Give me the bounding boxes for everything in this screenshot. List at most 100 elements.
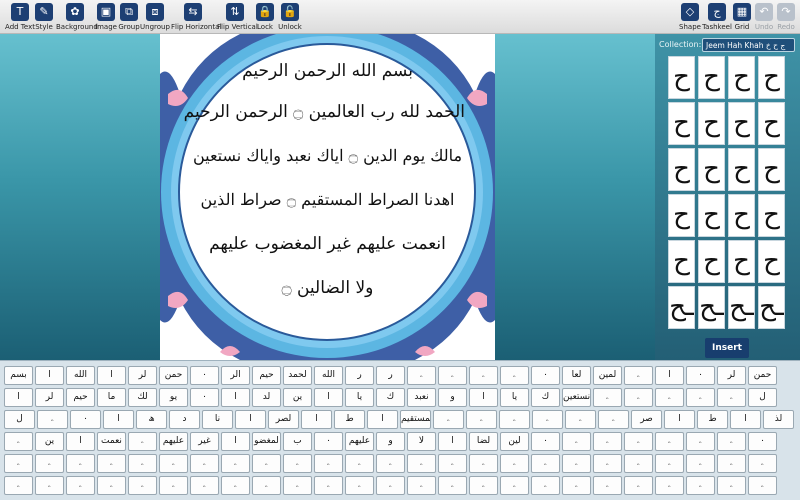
keyboard-key[interactable]: ھ [136, 410, 167, 429]
keyboard-key[interactable]: حمن [748, 366, 777, 385]
glyph-tile[interactable]: ح [758, 240, 785, 283]
keyboard-key[interactable]: الله [66, 366, 95, 385]
keyboard-key[interactable]: الله [314, 366, 343, 385]
keyboard-key[interactable]: بسم [4, 366, 33, 385]
keyboard-key[interactable]: لصر [268, 410, 299, 429]
keyboard-key[interactable]: ۦ [190, 454, 219, 473]
keyboard-key[interactable]: ۦ [655, 432, 684, 451]
keyboard-key[interactable]: ۦ [593, 432, 622, 451]
keyboard-key[interactable]: ۰ [190, 366, 219, 385]
keyboard-key[interactable]: ۰ [748, 432, 777, 451]
keyboard-key[interactable]: ۰ [531, 432, 560, 451]
keyboard-key[interactable]: ۦ [66, 476, 95, 495]
keyboard-key[interactable]: لر [717, 366, 746, 385]
keyboard-key[interactable]: ۦ [655, 454, 684, 473]
glyph-tile[interactable]: ح [668, 194, 695, 237]
glyph-tile[interactable]: ح [758, 56, 785, 99]
keyboard-key[interactable]: لمين [593, 366, 622, 385]
keyboard-key[interactable]: لا [407, 432, 436, 451]
keyboard-key[interactable]: لك [128, 388, 157, 407]
keyboard-key[interactable]: ۰ [314, 432, 343, 451]
keyboard-key[interactable]: و [438, 388, 467, 407]
keyboard-key[interactable]: و [376, 432, 405, 451]
keyboard-key[interactable]: ۰ [686, 366, 715, 385]
glyph-tile[interactable]: ح [698, 148, 725, 191]
glyph-tile[interactable]: ح [698, 56, 725, 99]
ungroup-button[interactable]: ⧈ Ungroup [140, 3, 170, 31]
glyph-tile[interactable]: ـح [758, 286, 785, 329]
keyboard-key[interactable]: نا [202, 410, 233, 429]
keyboard-key[interactable]: ا [314, 388, 343, 407]
keyboard-key[interactable]: ك [376, 388, 405, 407]
keyboard-key[interactable]: ۦ [314, 454, 343, 473]
keyboard-key[interactable]: ۦ [717, 454, 746, 473]
glyph-tile[interactable]: ح [698, 102, 725, 145]
keyboard-key[interactable]: ا [66, 432, 95, 451]
keyboard-key[interactable]: يا [500, 388, 529, 407]
shape-button[interactable]: ◇ Shape [679, 3, 701, 31]
keyboard-key[interactable]: ۦ [655, 476, 684, 495]
keyboard-key[interactable]: ا [655, 366, 684, 385]
image-button[interactable]: ▣ Image [95, 3, 117, 31]
keyboard-key[interactable]: ا [35, 366, 64, 385]
keyboard-key[interactable]: ا [97, 366, 126, 385]
keyboard-key[interactable]: ا [438, 432, 467, 451]
keyboard-key[interactable]: حمن [159, 366, 188, 385]
glyph-tile[interactable]: ح [668, 56, 695, 99]
insert-button[interactable]: Insert [705, 338, 749, 358]
glyph-tile[interactable]: ح [698, 194, 725, 237]
glyph-tile[interactable]: ح [758, 148, 785, 191]
keyboard-key[interactable]: ۦ [376, 454, 405, 473]
keyboard-key[interactable]: ۦ [593, 388, 622, 407]
style-button[interactable]: ✎ Style [34, 3, 54, 31]
keyboard-key[interactable]: ا [469, 388, 498, 407]
keyboard-key[interactable]: ا [730, 410, 761, 429]
keyboard-key[interactable]: ا [103, 410, 134, 429]
group-button[interactable]: ⧉ Group [118, 3, 140, 31]
keyboard-key[interactable]: ۦ [624, 454, 653, 473]
keyboard-key[interactable]: يو [159, 388, 188, 407]
keyboard-key[interactable]: ۦ [469, 366, 498, 385]
keyboard-key[interactable]: ل [4, 410, 35, 429]
keyboard-key[interactable]: ۦ [407, 454, 436, 473]
glyph-tile[interactable]: ح [668, 240, 695, 283]
keyboard-key[interactable]: ۦ [438, 476, 467, 495]
keyboard-key[interactable]: ۦ [35, 454, 64, 473]
keyboard-key[interactable]: ۦ [624, 476, 653, 495]
keyboard-key[interactable]: لمستقيم [400, 410, 431, 429]
keyboard-key[interactable]: ۦ [593, 476, 622, 495]
keyboard-key[interactable]: ۦ [128, 432, 157, 451]
keyboard-key[interactable]: ۦ [252, 454, 281, 473]
glyph-tile[interactable]: ح [728, 102, 755, 145]
keyboard-key[interactable]: ۦ [624, 388, 653, 407]
unlock-button[interactable]: 🔓 Unlock [278, 3, 302, 31]
keyboard-key[interactable]: ۦ [500, 476, 529, 495]
keyboard-key[interactable]: ۦ [531, 454, 560, 473]
keyboard-key[interactable]: الر [221, 366, 250, 385]
keyboard-key[interactable]: ۦ [4, 454, 33, 473]
glyph-tile[interactable]: ـح [728, 286, 755, 329]
keyboard-key[interactable]: نعمت [97, 432, 126, 451]
keyboard-key[interactable]: ۦ [128, 454, 157, 473]
keyboard-key[interactable]: ۦ [655, 388, 684, 407]
keyboard-key[interactable]: لر [128, 366, 157, 385]
keyboard-key[interactable]: ۦ [624, 366, 653, 385]
undo-button[interactable]: ↶ Undo [754, 3, 774, 31]
tashkeel-button[interactable]: ج Tashkeel [702, 3, 732, 31]
keyboard-key[interactable]: ا [221, 388, 250, 407]
keyboard-key[interactable]: ۦ [407, 366, 436, 385]
keyboard-key[interactable]: ين [35, 432, 64, 451]
keyboard-key[interactable]: ۦ [686, 476, 715, 495]
keyboard-key[interactable]: ر [376, 366, 405, 385]
background-button[interactable]: ✿ Background [56, 3, 98, 31]
keyboard-key[interactable]: عليهم [345, 432, 374, 451]
keyboard-key[interactable]: حيم [66, 388, 95, 407]
keyboard-key[interactable]: ۦ [598, 410, 629, 429]
keyboard-key[interactable]: ۦ [562, 476, 591, 495]
keyboard-key[interactable]: ۦ [66, 454, 95, 473]
keyboard-key[interactable]: ۦ [748, 454, 777, 473]
keyboard-key[interactable]: ما [97, 388, 126, 407]
keyboard-key[interactable]: لد [252, 388, 281, 407]
keyboard-key[interactable]: صر [631, 410, 662, 429]
keyboard-key[interactable]: ب [283, 432, 312, 451]
